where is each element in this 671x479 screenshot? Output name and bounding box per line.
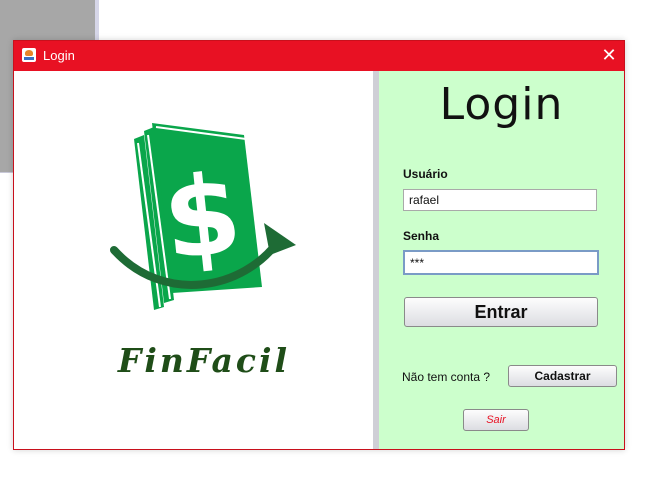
- login-window: Login ✕ $ FinFacil Login Usuário Senha E: [13, 40, 625, 450]
- logo-panel: $ FinFacil: [14, 71, 373, 449]
- svg-text:$: $: [157, 149, 247, 284]
- no-account-text: Não tem conta ?: [402, 370, 491, 384]
- login-heading: Login: [439, 79, 564, 130]
- password-input[interactable]: [403, 250, 599, 275]
- brand-name: FinFacil: [117, 341, 291, 380]
- exit-button[interactable]: Sair: [463, 409, 529, 431]
- username-label: Usuário: [403, 167, 448, 181]
- dollar-note-logo-icon: $: [110, 123, 296, 310]
- window-title: Login: [43, 48, 75, 63]
- login-button[interactable]: Entrar: [404, 297, 598, 327]
- close-icon: ✕: [601, 45, 617, 65]
- login-form-panel: Login Usuário Senha Entrar Não tem conta…: [379, 71, 624, 449]
- password-label: Senha: [403, 229, 440, 243]
- java-cup-icon: [22, 48, 36, 62]
- close-button[interactable]: ✕: [594, 41, 624, 71]
- register-button[interactable]: Cadastrar: [508, 365, 617, 387]
- title-bar[interactable]: Login ✕: [14, 41, 624, 71]
- username-input[interactable]: [403, 189, 597, 211]
